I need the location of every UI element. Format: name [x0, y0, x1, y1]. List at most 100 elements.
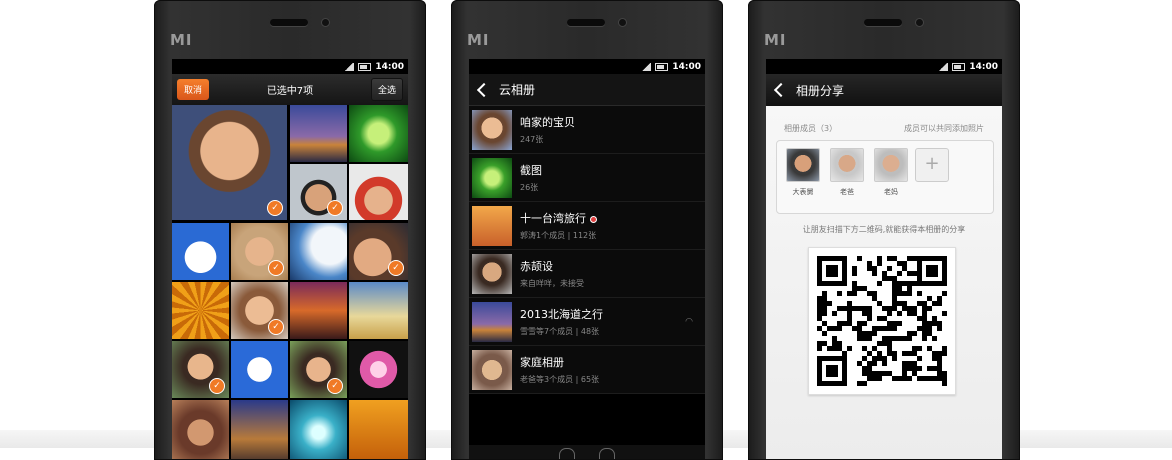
- qr-module: [932, 336, 937, 341]
- qr-module: [842, 321, 847, 326]
- qr-module: [902, 291, 907, 296]
- album-name: 咱家的宝贝: [520, 116, 575, 129]
- selection-title: 已选中7项: [266, 86, 314, 97]
- qr-module: [817, 301, 822, 306]
- member-avatar[interactable]: 大表舅: [783, 148, 823, 197]
- photo-tile[interactable]: ✓: [172, 341, 229, 398]
- photo-tile[interactable]: ✓: [231, 282, 288, 339]
- member-avatar[interactable]: 老妈: [871, 148, 911, 197]
- qr-module: [837, 321, 842, 326]
- new-badge-icon: [590, 215, 597, 223]
- qr-module: [892, 356, 897, 361]
- qr-module: [862, 286, 867, 291]
- upload-icon[interactable]: [559, 448, 575, 459]
- phone-selection: MI 14:00 取消 已选中7项 全选 ✓ ✓ ✓ ✓ ✓ ✓ ✓: [154, 0, 426, 460]
- qr-module: [927, 376, 932, 381]
- add-member-button[interactable]: +: [915, 148, 949, 182]
- photo-tile[interactable]: [349, 105, 408, 162]
- photo-tile[interactable]: [290, 400, 347, 459]
- album-thumbnail: [472, 109, 512, 150]
- qr-module: [832, 326, 837, 331]
- qr-module: [862, 306, 867, 311]
- photo-tile[interactable]: [290, 105, 347, 162]
- album-name-text: 十一台湾旅行: [520, 212, 586, 225]
- qr-module: [887, 276, 892, 281]
- check-icon: ✓: [327, 200, 343, 216]
- qr-module: [932, 316, 937, 321]
- qr-module: [922, 301, 927, 306]
- share-title: 相册分享: [796, 83, 845, 98]
- qr-module: [902, 336, 907, 341]
- qr-module: [862, 321, 867, 326]
- qr-module: [927, 346, 932, 351]
- select-all-button[interactable]: 全选: [370, 78, 403, 101]
- qr-module: [917, 366, 922, 371]
- photo-tile[interactable]: [349, 400, 408, 459]
- photo-tile[interactable]: ✓: [172, 105, 287, 220]
- qr-module: [877, 316, 882, 321]
- qr-module: [892, 286, 897, 291]
- back-icon[interactable]: [773, 82, 789, 98]
- photo-tile[interactable]: [231, 341, 288, 398]
- photo-tile[interactable]: [349, 341, 408, 398]
- qr-module: [937, 351, 942, 356]
- qr-module: [922, 376, 927, 381]
- qr-module: [817, 346, 822, 351]
- qr-module: [862, 356, 867, 361]
- member-name: 老妈: [884, 188, 898, 196]
- back-icon[interactable]: [476, 82, 492, 97]
- photo-tile[interactable]: ✓: [231, 223, 288, 280]
- qr-module: [822, 296, 827, 301]
- qr-module: [867, 266, 872, 271]
- photo-tile[interactable]: [349, 282, 408, 339]
- qr-module: [852, 266, 857, 271]
- cancel-button[interactable]: 取消: [177, 79, 210, 100]
- member-avatar[interactable]: 老爸: [827, 148, 867, 197]
- qr-module: [822, 341, 827, 346]
- photo-tile[interactable]: [172, 400, 229, 459]
- qr-module: [817, 296, 822, 301]
- photo-tile[interactable]: ✓: [290, 164, 347, 220]
- album-item[interactable]: 赤颉设 来自咩咩，未接受: [469, 250, 705, 298]
- qr-module: [892, 296, 897, 301]
- album-list: 咱家的宝贝 247张 截图 26张 十一台湾旅行 郭涛1个成员 | 112张 赤颉设来…: [469, 106, 705, 394]
- photo-tile[interactable]: [231, 400, 288, 459]
- qr-module: [892, 351, 897, 356]
- album-meta: 雪雪等7个成员 | 48张: [520, 327, 600, 336]
- photo-tile[interactable]: [290, 282, 347, 339]
- qr-module: [822, 321, 827, 326]
- qr-module: [897, 281, 902, 286]
- qr-module: [827, 301, 832, 306]
- album-name: 十一台湾旅行: [520, 210, 597, 226]
- qr-module: [942, 371, 947, 376]
- photo-tile[interactable]: [349, 164, 408, 220]
- qr-module: [902, 281, 907, 286]
- qr-module: [902, 376, 907, 381]
- album-item[interactable]: 家庭相册 老爸等3个成员 | 65张: [469, 346, 705, 394]
- qr-module: [922, 316, 927, 321]
- front-camera: [619, 19, 626, 26]
- photo-tile[interactable]: [172, 223, 229, 280]
- album-item[interactable]: 2013北海道之行 雪雪等7个成员 | 48张 ◠: [469, 298, 705, 346]
- qr-module: [827, 346, 832, 351]
- members-label: 相册成员（3）: [784, 124, 838, 133]
- album-item[interactable]: 截图 26张: [469, 154, 705, 202]
- photo-tile[interactable]: ✓: [349, 223, 408, 280]
- qr-module: [927, 306, 932, 311]
- album-item[interactable]: 咱家的宝贝 247张: [469, 106, 705, 154]
- qr-module: [882, 306, 887, 311]
- qr-module: [867, 316, 872, 321]
- grid-icon[interactable]: [599, 448, 615, 459]
- photo-tile[interactable]: [290, 223, 347, 280]
- album-item[interactable]: 十一台湾旅行 郭涛1个成员 | 112张: [469, 202, 705, 250]
- qr-module: [927, 321, 932, 326]
- earpiece: [270, 19, 308, 26]
- qr-module: [862, 371, 867, 376]
- battery-icon: [655, 62, 669, 71]
- qr-module: [852, 286, 857, 291]
- photo-tile[interactable]: ✓: [290, 341, 347, 398]
- qr-module: [862, 336, 867, 341]
- qr-module: [932, 356, 937, 361]
- photo-tile[interactable]: [172, 282, 229, 339]
- qr-module: [887, 326, 892, 331]
